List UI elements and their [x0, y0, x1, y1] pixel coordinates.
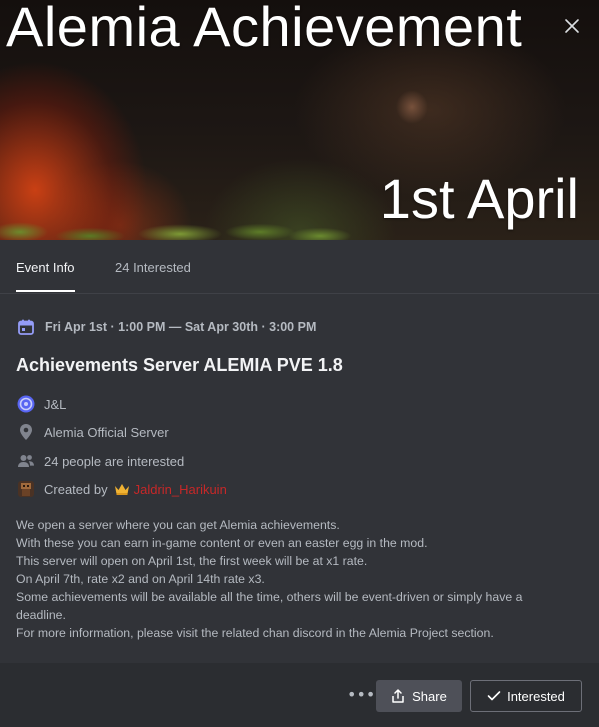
- creator-avatar-icon[interactable]: [17, 480, 35, 498]
- tab-interested[interactable]: 24 Interested: [115, 260, 191, 275]
- banner-subtitle: 1st April: [379, 167, 579, 230]
- active-tab-indicator: [16, 290, 75, 292]
- description-line: Some achievements will be available all …: [16, 590, 523, 604]
- event-footer: ••• Share Interested: [0, 663, 599, 727]
- creator-row: Created by Jaldrin_Harikuin: [17, 480, 227, 498]
- banner-title: Alemia Achievement: [6, 0, 523, 58]
- event-tabs: Event Info 24 Interested: [0, 240, 599, 294]
- share-icon: [392, 689, 404, 703]
- description-line: With these you can earn in-game content …: [16, 536, 428, 550]
- event-description: We open a server where you can get Alemi…: [16, 516, 576, 642]
- interested-label: Interested: [507, 688, 565, 704]
- server-icon[interactable]: [17, 395, 35, 413]
- calendar-icon: [18, 319, 34, 335]
- description-line: For more information, please visit the r…: [16, 626, 494, 640]
- description-line: deadline.: [16, 608, 66, 622]
- share-label: Share: [412, 688, 447, 704]
- more-options-button[interactable]: •••: [347, 685, 375, 705]
- banner-figure: [392, 86, 432, 128]
- host-row: J&L: [17, 395, 66, 413]
- share-button[interactable]: Share: [376, 680, 462, 712]
- description-line: We open a server where you can get Alemi…: [16, 518, 340, 532]
- creator-name[interactable]: Jaldrin_Harikuin: [134, 482, 227, 497]
- event-date: Fri Apr 1st · 1:00 PM — Sat Apr 30th · 3…: [45, 320, 317, 334]
- location-row: Alemia Official Server: [17, 423, 169, 441]
- tab-event-info[interactable]: Event Info: [16, 260, 75, 275]
- interested-button[interactable]: Interested: [470, 680, 582, 712]
- people-icon: [17, 452, 35, 470]
- event-location: Alemia Official Server: [44, 424, 169, 440]
- event-host[interactable]: J&L: [44, 397, 66, 412]
- crown-icon: [114, 484, 129, 495]
- event-title: Achievements Server ALEMIA PVE 1.8: [16, 355, 343, 375]
- check-icon: [487, 691, 501, 701]
- close-icon: [565, 19, 579, 33]
- description-line: On April 7th, rate x2 and on April 14th …: [16, 572, 265, 586]
- close-button[interactable]: [563, 17, 581, 35]
- location-pin-icon: [17, 423, 35, 441]
- event-banner: Alemia Achievement 1st April: [0, 0, 599, 240]
- interested-count: 24 people are interested: [44, 453, 185, 469]
- description-line: This server will open on April 1st, the …: [16, 554, 368, 568]
- interested-row: 24 people are interested: [17, 452, 184, 470]
- created-by-label: Created by: [44, 481, 108, 497]
- event-date-row: Fri Apr 1st · 1:00 PM — Sat Apr 30th · 3…: [17, 318, 316, 336]
